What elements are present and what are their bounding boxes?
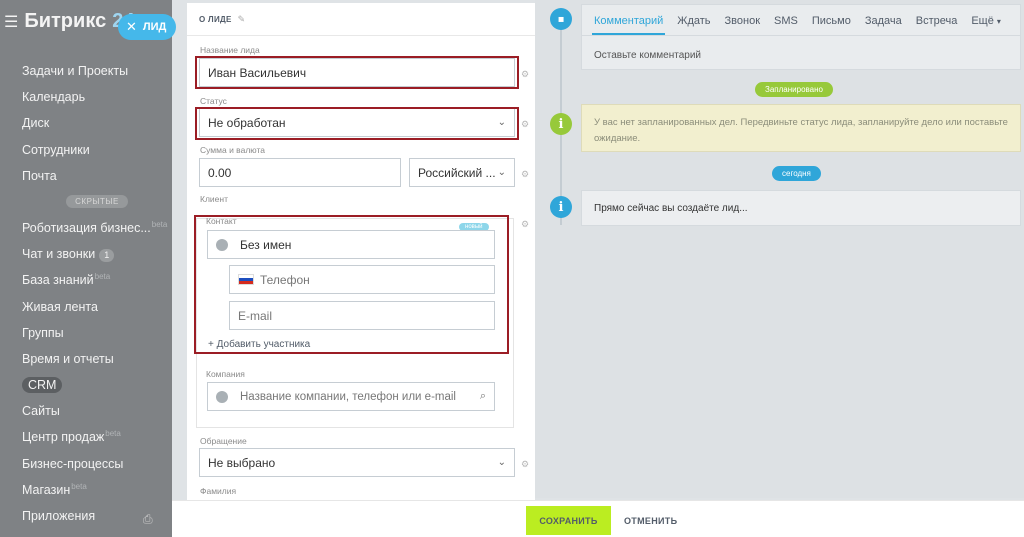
sidebar-item-bizproc[interactable]: Бизнес-процессы [22,451,172,477]
sidebar-item-label: Центр продаж [22,430,105,445]
brand-logo[interactable]: ☰ Битрикс 24 [4,10,134,33]
sidebar-nav: Задачи и Проекты Календарь Диск Сотрудни… [22,58,172,529]
highlight-frame [195,107,519,140]
comment-input[interactable]: Оставьте комментарий [594,50,701,61]
tab-task[interactable]: Задача [865,15,902,27]
tab-sms[interactable]: SMS [774,15,798,27]
company-label: Компания [206,369,245,379]
amount-input[interactable]: 0.00 [199,158,401,187]
planned-pill: Запланировано [755,82,833,97]
company-icon [216,390,228,403]
surname-label: Фамилия [200,486,237,496]
beta-tag: beta [71,481,87,491]
creating-lead-card: Прямо сейчас вы создаёте лид... [581,190,1021,226]
planned-empty-card: У вас нет запланированных дел. Передвинь… [581,104,1021,152]
pencil-icon[interactable]: ✎ [238,14,246,25]
lead-form-panel: О ЛИДЕ ✎ Название лида Иван Васильевич ⚙… [187,3,535,503]
sidebar-item-shop[interactable]: Магазинbeta [22,477,172,503]
salutation-value: Не выбрано [208,455,276,470]
sidebar-item-feed[interactable]: Живая лента [22,294,172,320]
close-lead-slider-button[interactable]: ✕ ЛИД [118,14,176,40]
activity-editor: Комментарий Ждать Звонок SMS Письмо Зада… [581,4,1021,70]
chevron-down-icon: ⌄ [497,457,506,468]
tab-more[interactable]: Ещё ▾ [971,15,1001,27]
close-icon: ✕ [126,19,137,34]
menu-icon[interactable]: ☰ [4,12,18,32]
sidebar-item-groups[interactable]: Группы [22,320,172,346]
chevron-down-icon: ⌄ [497,167,506,178]
salutation-select[interactable]: Не выбрано ⌄ [199,448,515,477]
sidebar-item-label: CRM [22,377,63,394]
gear-icon[interactable]: ⚙ [521,69,529,80]
sidebar-item-chat[interactable]: Чат и звонки 1 [22,241,172,267]
highlight-frame [195,56,519,89]
section-title: О ЛИДЕ [199,14,232,24]
gear-icon[interactable]: ⚙ [521,119,529,130]
activity-tabs: Комментарий Ждать Звонок SMS Письмо Зада… [591,15,1001,35]
hidden-label: СКРЫТЫЕ [66,195,128,209]
counter-badge: 1 [99,249,115,263]
sidebar-item-label: Магазин [22,482,71,497]
info-icon: i [550,113,572,135]
today-pill: сегодня [772,166,821,181]
sidebar-item-knowledge[interactable]: База знанийbeta [22,267,172,293]
cancel-button[interactable]: ОТМЕНИТЬ [624,506,677,535]
sidebar-item-employees[interactable]: Сотрудники [22,137,172,163]
tab-comment[interactable]: Комментарий [591,15,666,35]
comment-icon: ▪ [550,8,572,30]
client-label: Клиент [200,194,228,204]
sidebar-item-tasks[interactable]: Задачи и Проекты [22,58,172,84]
sidebar-item-mail[interactable]: Почта [22,163,172,189]
tab-meeting[interactable]: Встреча [916,15,958,27]
salutation-label: Обращение [200,436,247,446]
sidebar-item-label: База знаний [22,273,94,288]
brand-name: Битрикс [24,10,107,32]
sidebar-item-calendar[interactable]: Календарь [22,84,172,110]
info-icon: i [550,196,572,218]
search-icon[interactable]: ⌕ [480,390,486,403]
tab-wait[interactable]: Ждать [677,15,710,27]
sidebar-item-disk[interactable]: Диск [22,110,172,136]
lead-chip-label: ЛИД [142,21,167,33]
company-search-input[interactable]: Название компании, телефон или e-mail ⌕ [207,382,495,411]
tab-email[interactable]: Письмо [812,15,851,27]
sidebar-item-sites[interactable]: Сайты [22,398,172,424]
tab-call[interactable]: Звонок [725,15,761,27]
printer-icon[interactable]: ⎙ [143,512,153,527]
sidebar-item-label: Роботизация бизнес... [22,220,151,235]
sidebar-item-crm[interactable]: CRM [22,372,172,398]
beta-tag: beta [94,272,111,282]
sidebar-item-time[interactable]: Время и отчеты [22,346,172,372]
form-section-header: О ЛИДЕ ✎ [187,3,535,36]
sidebar-item-label: Чат и звонки [22,247,96,262]
form-footer: СОХРАНИТЬ ОТМЕНИТЬ [172,500,1024,537]
gear-icon[interactable]: ⚙ [521,169,529,180]
gear-icon[interactable]: ⚙ [521,219,529,230]
currency-select[interactable]: Российский ... ⌄ [409,158,515,187]
amount-label: Сумма и валюта [200,145,265,155]
company-placeholder: Название компании, телефон или e-mail [240,390,456,403]
sidebar-item-robotization[interactable]: Роботизация бизнес...beta [22,215,172,241]
highlight-frame [194,215,509,354]
hidden-section-label[interactable]: СКРЫТЫЕ [22,189,172,215]
gear-icon[interactable]: ⚙ [521,459,529,470]
sidebar-item-sales-center[interactable]: Центр продажbeta [22,424,172,450]
save-button[interactable]: СОХРАНИТЬ [526,506,611,535]
status-label: Статус [200,96,227,106]
chevron-down-icon: ▾ [996,17,1001,26]
tab-more-label: Ещё [971,15,994,27]
beta-tag: beta [151,219,168,229]
tabs-divider [582,35,1020,36]
lead-name-label: Название лида [200,45,260,55]
currency-value: Российский ... [418,165,496,180]
timeline-panel: ▪ Комментарий Ждать Звонок SMS Письмо За… [535,0,1024,498]
left-sidebar: ☰ Битрикс 24 Задачи и Проекты Календарь … [0,0,172,537]
beta-tag: beta [105,429,121,439]
